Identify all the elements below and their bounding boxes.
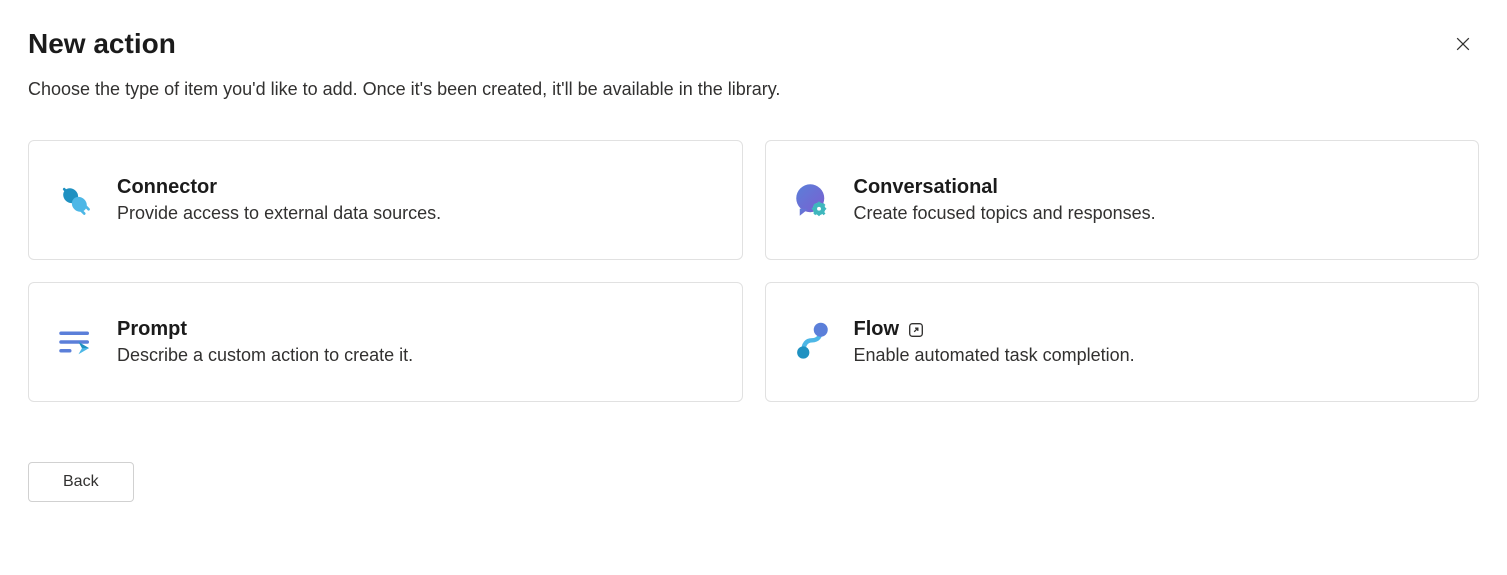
external-link-icon <box>907 321 925 339</box>
action-type-grid: Connector Provide access to external dat… <box>28 140 1479 402</box>
connector-icon <box>53 178 97 222</box>
flow-icon <box>790 320 834 364</box>
prompt-icon <box>53 320 97 364</box>
card-title: Conversational <box>854 176 998 199</box>
card-prompt[interactable]: Prompt Describe a custom action to creat… <box>28 282 743 402</box>
card-desc: Enable automated task completion. <box>854 345 1135 366</box>
card-conversational[interactable]: Conversational Create focused topics and… <box>765 140 1480 260</box>
card-desc: Describe a custom action to create it. <box>117 345 413 366</box>
card-title: Connector <box>117 176 217 199</box>
close-icon <box>1453 34 1473 57</box>
card-connector[interactable]: Connector Provide access to external dat… <box>28 140 743 260</box>
card-desc: Provide access to external data sources. <box>117 203 441 224</box>
back-button[interactable]: Back <box>28 462 134 502</box>
card-flow[interactable]: Flow Enable automated task completion. <box>765 282 1480 402</box>
page-subtitle: Choose the type of item you'd like to ad… <box>28 79 1479 100</box>
close-button[interactable] <box>1447 28 1479 63</box>
card-desc: Create focused topics and responses. <box>854 203 1156 224</box>
conversational-icon <box>790 178 834 222</box>
card-title: Prompt <box>117 318 187 341</box>
card-title: Flow <box>854 318 900 341</box>
page-title: New action <box>28 28 176 60</box>
